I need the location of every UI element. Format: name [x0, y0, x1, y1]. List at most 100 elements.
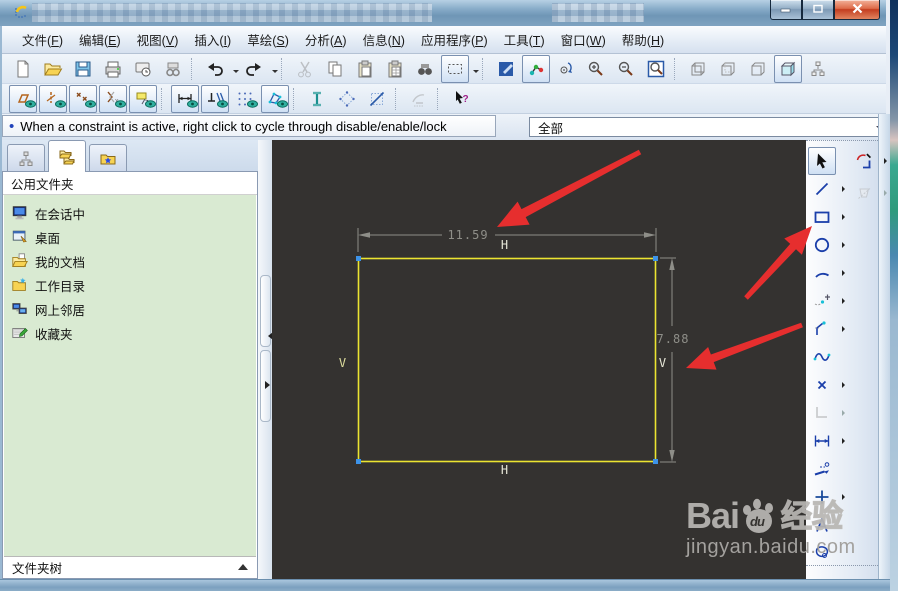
- constraints-display-button[interactable]: [201, 85, 229, 113]
- axes-display-button[interactable]: [39, 85, 67, 113]
- facet-view-button[interactable]: [744, 55, 772, 83]
- sidebar-item-in-session[interactable]: 在会话中: [4, 201, 256, 225]
- flyout-arrow-icon[interactable]: [842, 410, 848, 416]
- context-help-button[interactable]: ?: [447, 85, 475, 113]
- refresh-display-button[interactable]: [492, 55, 520, 83]
- section-display-button[interactable]: [303, 85, 331, 113]
- print-queue-button[interactable]: [129, 55, 157, 83]
- sidebar-item-working-directory[interactable]: 工作目录: [4, 273, 256, 297]
- dropdown-arrow-icon[interactable]: [272, 70, 278, 76]
- folder-tree-bar[interactable]: 文件夹树: [4, 556, 256, 577]
- quick-dimension-tool-button[interactable]: [808, 455, 836, 483]
- arc-tool-button[interactable]: [808, 259, 836, 287]
- flyout-arrow-icon[interactable]: [884, 190, 890, 196]
- sketch-rectangle[interactable]: [359, 259, 656, 462]
- point-x-tool-button[interactable]: [808, 371, 836, 399]
- text-tool-button[interactable]: [808, 511, 836, 539]
- points-display-button[interactable]: [69, 85, 97, 113]
- menu-tools[interactable]: 工具(T): [496, 27, 553, 52]
- splitter-grip[interactable]: [260, 275, 271, 347]
- curves-display-button[interactable]: [9, 85, 37, 113]
- save-button[interactable]: [69, 55, 97, 83]
- flyout-arrow-icon[interactable]: [842, 382, 848, 388]
- dropdown-arrow-icon[interactable]: [473, 70, 479, 76]
- zoom-window-button[interactable]: [642, 55, 670, 83]
- width-dimension-value[interactable]: 11.59: [447, 228, 488, 242]
- redo-button[interactable]: [240, 55, 268, 83]
- titlebar[interactable]: [0, 0, 886, 27]
- minimize-button[interactable]: [770, 0, 802, 20]
- menu-view[interactable]: 视图(V): [129, 27, 187, 52]
- menu-edit[interactable]: 编辑(E): [71, 27, 129, 52]
- menu-sketch[interactable]: 草绘(S): [239, 27, 297, 52]
- wireframe-view-button[interactable]: [684, 55, 712, 83]
- flyout-arrow-icon[interactable]: [842, 270, 848, 276]
- select-arrow-tool-button[interactable]: [808, 147, 836, 175]
- csys-display-button[interactable]: x: [99, 85, 127, 113]
- height-dimension-value[interactable]: 7.88: [657, 332, 690, 346]
- tab-templates[interactable]: [89, 144, 127, 172]
- line-tool-button[interactable]: [808, 175, 836, 203]
- flyout-arrow-icon[interactable]: [842, 298, 848, 304]
- graphics-canvas[interactable]: 11.59 7.88 H H V V: [272, 140, 806, 579]
- static-wireframe-view-button[interactable]: [714, 55, 742, 83]
- paste-special-button[interactable]: [381, 55, 409, 83]
- sidebar-item-my-documents[interactable]: 我的文档: [4, 249, 256, 273]
- assembly-navigator-button[interactable]: [804, 55, 832, 83]
- pan-view-button[interactable]: [552, 55, 580, 83]
- snap-points-display-button[interactable]: [333, 85, 361, 113]
- find-button[interactable]: [411, 55, 439, 83]
- zoom-in-button[interactable]: [582, 55, 610, 83]
- sidebar-item-network-places[interactable]: 网上邻居: [4, 297, 256, 321]
- print-button[interactable]: [99, 55, 127, 83]
- link-button[interactable]: [159, 55, 187, 83]
- flyout-arrow-icon[interactable]: [842, 242, 848, 248]
- offset-curve-tool-button[interactable]: [808, 539, 836, 567]
- menu-application[interactable]: 应用程序(P): [413, 27, 496, 52]
- circle-tool-button[interactable]: [808, 231, 836, 259]
- no-auto-constraints-button[interactable]: [363, 85, 391, 113]
- filter-combobox[interactable]: 全部: [529, 117, 890, 137]
- menu-information[interactable]: 信息(N): [355, 27, 413, 52]
- fillet-tool-button[interactable]: [850, 147, 878, 175]
- select-marquee-button[interactable]: [441, 55, 469, 83]
- rotate-view-button[interactable]: [522, 55, 550, 83]
- menu-file[interactable]: 文件(F): [14, 27, 71, 52]
- menu-insert[interactable]: 插入(I): [186, 27, 239, 52]
- flyout-arrow-icon[interactable]: [842, 438, 848, 444]
- flyout-arrow-icon[interactable]: [842, 214, 848, 220]
- flyout-arrow-icon[interactable]: [884, 158, 890, 164]
- planes-display-button[interactable]: z: [129, 85, 157, 113]
- menu-window[interactable]: 窗口(W): [553, 27, 614, 52]
- restore-button[interactable]: [802, 0, 834, 20]
- sketch-vertices[interactable]: [356, 256, 658, 464]
- point-tool-button[interactable]: [808, 287, 836, 315]
- sidebar-item-desktop[interactable]: 桌面: [4, 225, 256, 249]
- close-button[interactable]: [834, 0, 880, 20]
- menu-help[interactable]: 帮助(H): [614, 27, 672, 52]
- dropdown-arrow-icon[interactable]: [233, 70, 239, 76]
- shaded-view-button[interactable]: [774, 55, 802, 83]
- zoom-out-button[interactable]: [612, 55, 640, 83]
- new-file-button[interactable]: [9, 55, 37, 83]
- spline-tool-button[interactable]: [808, 343, 836, 371]
- undo-button[interactable]: [201, 55, 229, 83]
- shaded-region-display-button[interactable]: [261, 85, 289, 113]
- tab-navigator[interactable]: [7, 144, 45, 172]
- menu-analysis[interactable]: 分析(A): [297, 27, 355, 52]
- copy-button[interactable]: [321, 55, 349, 83]
- flyout-arrow-icon[interactable]: [842, 494, 848, 500]
- rectangle-tool-button[interactable]: [808, 203, 836, 231]
- panel-splitter[interactable]: [258, 140, 272, 579]
- splitter-grip-2[interactable]: [260, 350, 271, 422]
- dimension-tool-button[interactable]: [808, 427, 836, 455]
- dimensions-display-button[interactable]: [171, 85, 199, 113]
- grid-display-button[interactable]: [231, 85, 259, 113]
- collapse-up-icon[interactable]: [238, 559, 248, 570]
- open-folder-button[interactable]: [39, 55, 67, 83]
- centerline-tool-button[interactable]: [808, 483, 836, 511]
- sidebar-item-favorites[interactable]: 收藏夹: [4, 321, 256, 345]
- tab-folders[interactable]: [48, 140, 86, 172]
- flyout-arrow-icon[interactable]: [842, 326, 848, 332]
- paste-button[interactable]: [351, 55, 379, 83]
